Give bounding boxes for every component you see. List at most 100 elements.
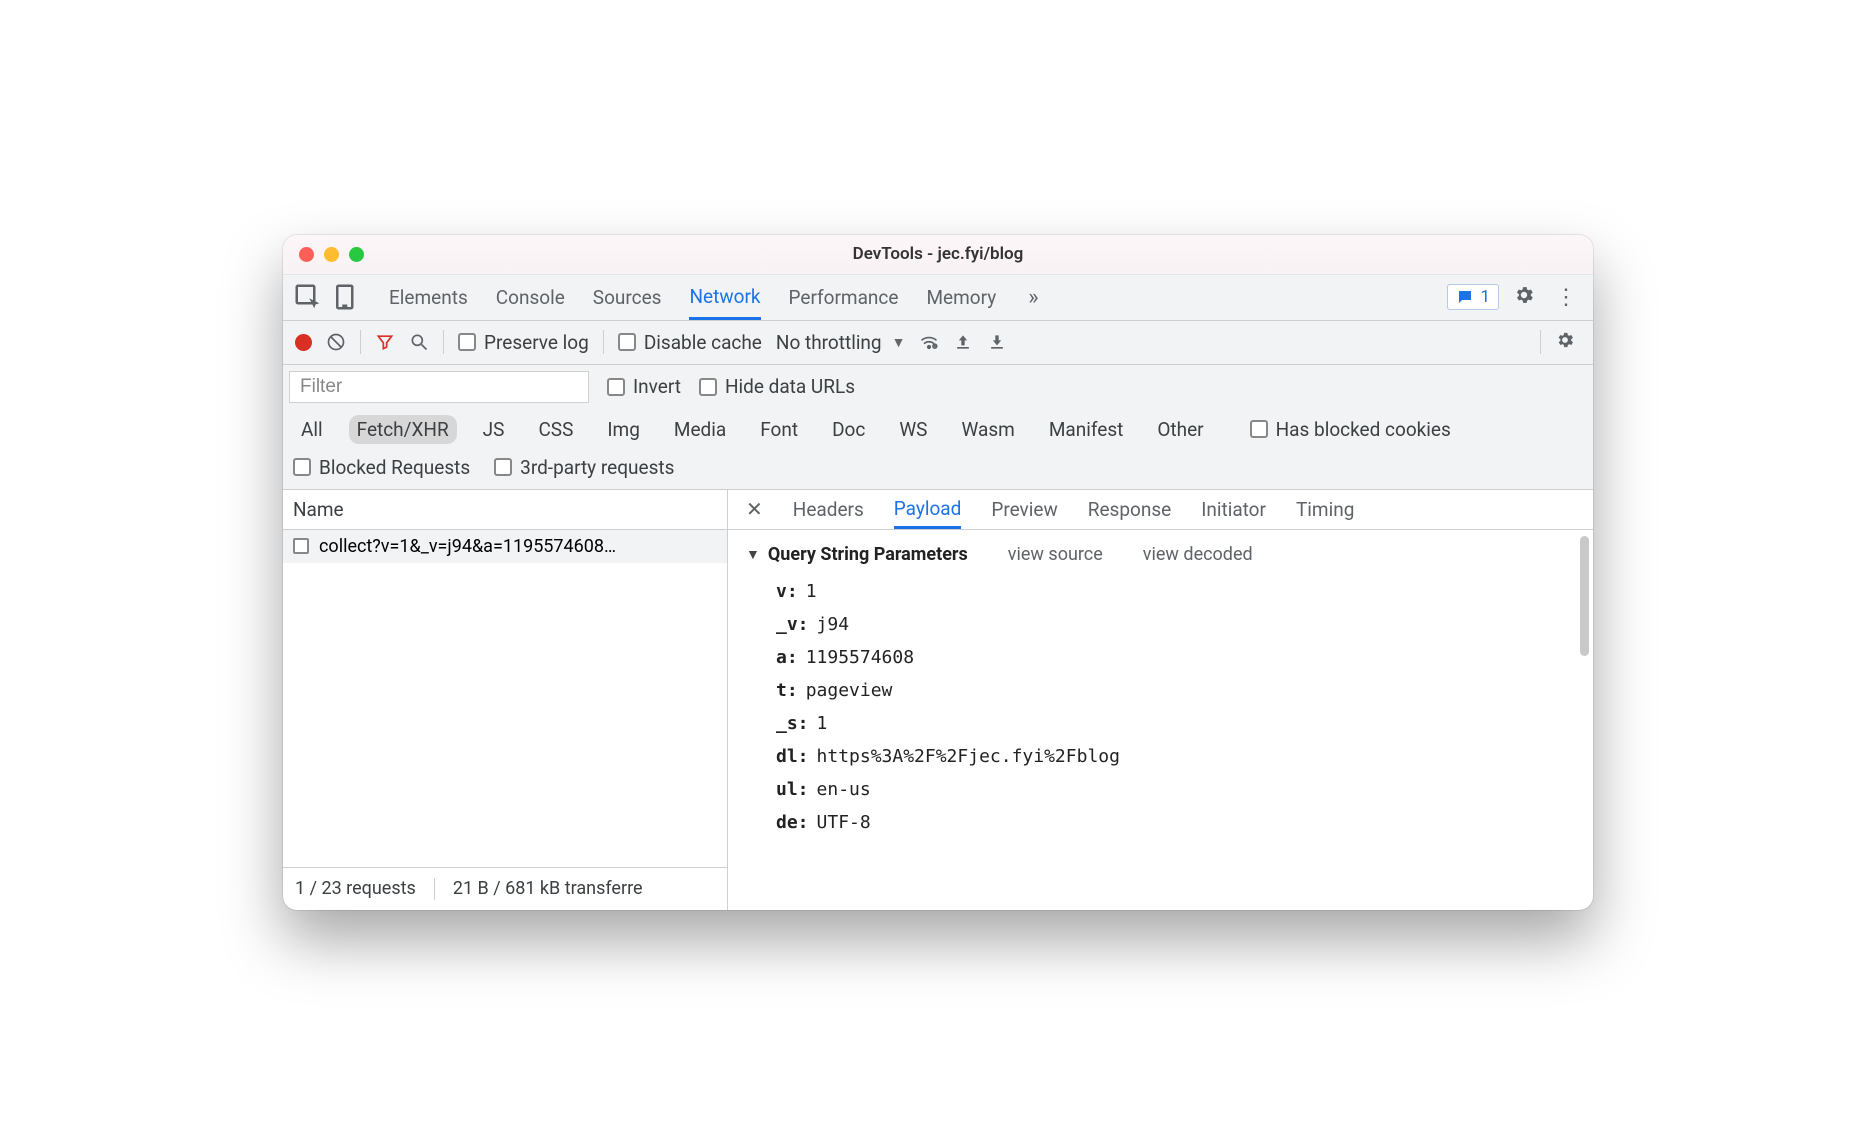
third-party-label: 3rd-party requests: [520, 456, 674, 479]
scrollbar[interactable]: [1580, 536, 1589, 656]
panel-tabs: Elements Console Sources Network Perform…: [389, 275, 1043, 320]
type-media[interactable]: Media: [666, 415, 734, 444]
throttling-value: No throttling: [776, 331, 882, 354]
network-settings-gear-icon[interactable]: [1549, 330, 1581, 355]
param-value: j94: [817, 614, 850, 635]
traffic-lights: [299, 247, 364, 262]
type-all[interactable]: All: [293, 415, 331, 444]
param-row: ul:en-us: [776, 773, 1575, 806]
divider: [443, 330, 444, 354]
search-icon[interactable]: [409, 332, 429, 352]
close-detail-icon[interactable]: ✕: [746, 497, 763, 521]
param-row: _v: j94: [776, 608, 1575, 641]
device-toolbar-icon[interactable]: [331, 282, 361, 312]
param-value: https%3A%2F%2Fjec.fyi%2Fblog: [817, 746, 1120, 767]
filter-bar: Invert Hide data URLs: [283, 365, 1593, 409]
section-header: ▼ Query String Parameters view source vi…: [746, 544, 1575, 565]
param-key: ul:: [776, 779, 809, 800]
disable-cache-checkbox[interactable]: Disable cache: [618, 331, 762, 354]
param-value: 1195574608: [806, 647, 914, 668]
devtools-window: DevTools - jec.fyi/blog Elements Console…: [283, 235, 1593, 910]
invert-checkbox[interactable]: Invert: [607, 375, 681, 398]
more-tabs-chevron-icon[interactable]: »: [1024, 285, 1042, 310]
third-party-checkbox[interactable]: 3rd-party requests: [494, 456, 674, 479]
tab-performance[interactable]: Performance: [789, 275, 899, 320]
divider: [1540, 330, 1541, 354]
tab-memory[interactable]: Memory: [926, 275, 996, 320]
filter-funnel-icon[interactable]: [375, 332, 395, 352]
param-value: pageview: [806, 680, 893, 701]
param-row: t: pageview: [776, 674, 1575, 707]
detail-tab-timing[interactable]: Timing: [1296, 490, 1354, 529]
column-header-name[interactable]: Name: [283, 490, 727, 530]
record-button[interactable]: [295, 334, 312, 351]
blocked-requests-label: Blocked Requests: [319, 456, 470, 479]
type-fetch-xhr[interactable]: Fetch/XHR: [349, 415, 457, 444]
detail-tab-payload[interactable]: Payload: [894, 490, 962, 529]
param-key: _v:: [776, 614, 809, 635]
params-list: v:1 _v:j94 a:1195574608 t:pageview _s:1 …: [746, 575, 1575, 839]
request-name: collect?v=1&_v=j94&a=1195574608…: [319, 536, 616, 557]
type-doc[interactable]: Doc: [824, 415, 873, 444]
clear-button[interactable]: [326, 332, 346, 352]
titlebar: DevTools - jec.fyi/blog: [283, 235, 1593, 275]
blocked-requests-checkbox[interactable]: Blocked Requests: [293, 456, 470, 479]
type-other[interactable]: Other: [1149, 415, 1211, 444]
filter-input[interactable]: [289, 371, 589, 403]
param-value: 1: [817, 713, 828, 734]
request-list: collect?v=1&_v=j94&a=1195574608…: [283, 530, 727, 867]
param-key: de:: [776, 812, 809, 833]
detail-tab-initiator[interactable]: Initiator: [1201, 490, 1266, 529]
type-ws[interactable]: WS: [891, 415, 935, 444]
type-js[interactable]: JS: [475, 415, 513, 444]
minimize-window-button[interactable]: [324, 247, 339, 262]
detail-pane: ✕ Headers Payload Preview Response Initi…: [728, 490, 1593, 910]
type-manifest[interactable]: Manifest: [1041, 415, 1132, 444]
disclosure-triangle-icon: ▼: [746, 546, 760, 563]
detail-tab-headers[interactable]: Headers: [793, 490, 864, 529]
main-split: Name collect?v=1&_v=j94&a=1195574608… 1 …: [283, 490, 1593, 910]
close-window-button[interactable]: [299, 247, 314, 262]
type-img[interactable]: Img: [599, 415, 648, 444]
request-row[interactable]: collect?v=1&_v=j94&a=1195574608…: [283, 530, 727, 563]
throttling-select[interactable]: No throttling ▼: [776, 331, 906, 354]
request-list-pane: Name collect?v=1&_v=j94&a=1195574608… 1 …: [283, 490, 728, 910]
download-har-icon[interactable]: [987, 332, 1007, 352]
view-source-link[interactable]: view source: [1008, 544, 1103, 565]
upload-har-icon[interactable]: [953, 332, 973, 352]
param-key: _s:: [776, 713, 809, 734]
type-font[interactable]: Font: [752, 415, 806, 444]
type-wasm[interactable]: Wasm: [953, 415, 1022, 444]
has-blocked-cookies-label: Has blocked cookies: [1276, 418, 1451, 441]
section-toggle[interactable]: ▼ Query String Parameters: [746, 544, 968, 565]
issues-count: 1: [1480, 287, 1490, 307]
param-key: a:: [776, 647, 798, 668]
settings-gear-icon[interactable]: [1507, 284, 1541, 311]
type-css[interactable]: CSS: [530, 415, 581, 444]
hide-data-urls-label: Hide data URLs: [725, 375, 855, 398]
more-menu-icon[interactable]: ⋮: [1549, 285, 1583, 310]
param-key: t:: [776, 680, 798, 701]
issues-badge[interactable]: 1: [1447, 284, 1499, 310]
param-row: v:1: [776, 575, 1575, 608]
divider: [603, 330, 604, 354]
preserve-log-checkbox[interactable]: Preserve log: [458, 331, 589, 354]
divider: [434, 878, 435, 900]
divider: [360, 330, 361, 354]
maximize-window-button[interactable]: [349, 247, 364, 262]
has-blocked-cookies-checkbox[interactable]: Has blocked cookies: [1250, 418, 1451, 441]
detail-tab-response[interactable]: Response: [1088, 490, 1171, 529]
network-conditions-icon[interactable]: [919, 332, 939, 352]
tab-console[interactable]: Console: [496, 275, 565, 320]
section-title-text: Query String Parameters: [768, 544, 968, 565]
tab-elements[interactable]: Elements: [389, 275, 468, 320]
filter-bar-extra: Blocked Requests 3rd-party requests: [283, 450, 1593, 490]
view-decoded-link[interactable]: view decoded: [1143, 544, 1253, 565]
param-value: UTF-8: [817, 812, 871, 833]
tab-sources[interactable]: Sources: [593, 275, 662, 320]
param-key: v:: [776, 581, 798, 602]
inspect-element-icon[interactable]: [293, 282, 323, 312]
tab-network[interactable]: Network: [689, 275, 760, 320]
hide-data-urls-checkbox[interactable]: Hide data URLs: [699, 375, 855, 398]
detail-tab-preview[interactable]: Preview: [991, 490, 1057, 529]
